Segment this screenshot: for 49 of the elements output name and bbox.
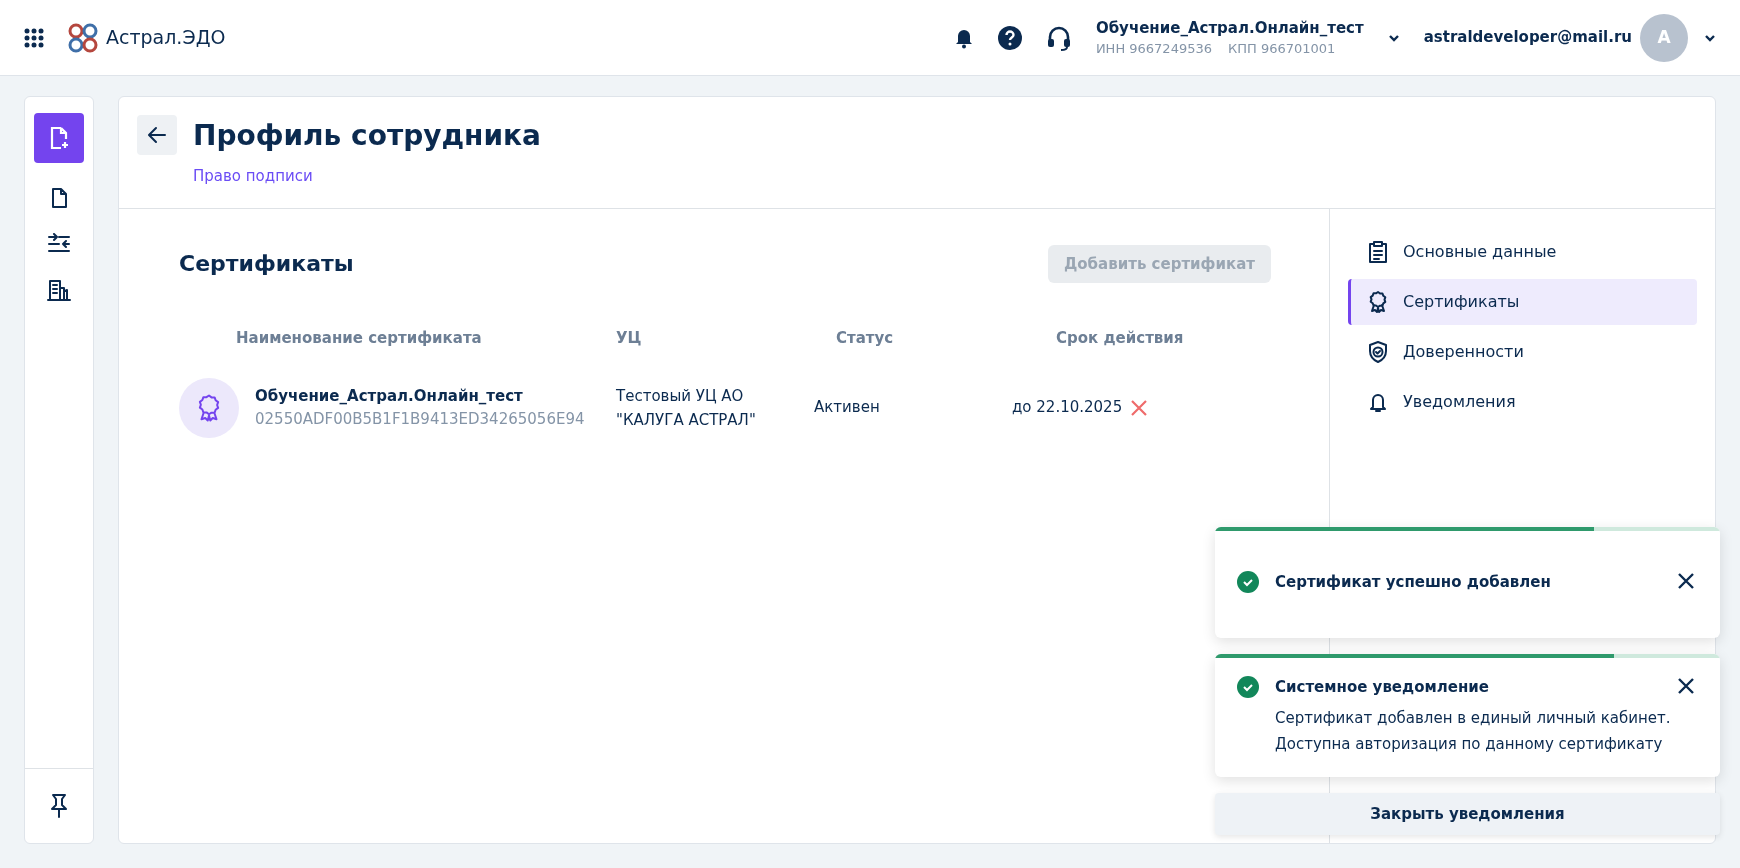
pin-icon[interactable] (49, 793, 69, 819)
inn-text: ИНН 9667249536 (1095, 40, 1212, 58)
logo-icon (68, 22, 98, 53)
app-title: Астрал.ЭДО (106, 25, 226, 51)
column-header: Наименование сертификата (236, 329, 482, 347)
ca-name: Тестовый УЦ АО (616, 385, 745, 407)
expiry-date: до 22.10.2025 (1012, 397, 1123, 419)
headset-icon[interactable] (1045, 24, 1072, 51)
certificate-serial: 02550ADF00B5B1F1B9413ED34265056E94 (255, 408, 585, 430)
close-button[interactable] (1676, 675, 1696, 696)
success-icon (1237, 675, 1259, 698)
revoke-icon[interactable] (1130, 398, 1149, 417)
help-icon[interactable] (997, 25, 1022, 50)
profile-nav-item[interactable]: Основные данные (1348, 228, 1697, 275)
new-document-button[interactable] (34, 113, 84, 163)
success-icon (1237, 571, 1259, 593)
ca-name: "КАЛУГА АСТРАЛ" (616, 409, 757, 431)
chevron-down-icon[interactable] (1387, 33, 1400, 42)
column-header: Срок действия (1056, 329, 1184, 347)
profile-nav-item[interactable]: Уведомления (1348, 378, 1697, 425)
shield-icon (1367, 339, 1389, 364)
close-notifications-button[interactable]: Закрыть уведомления (1215, 793, 1720, 835)
award-icon (1367, 289, 1389, 314)
toast-title: Сертификат успешно добавлен (1275, 572, 1552, 593)
column-header: Статус (836, 329, 894, 347)
organization-name[interactable]: Обучение_Астрал.Онлайн_тест (1095, 16, 1364, 39)
kpp-text: КПП 966701001 (1228, 40, 1336, 58)
user-email[interactable]: astraldeveloper@mail.ru (1423, 26, 1632, 49)
status-text: Активен (814, 398, 880, 417)
signing-right-link[interactable]: Право подписи (193, 165, 541, 188)
file-plus-icon (48, 126, 70, 150)
page-title: Профиль сотрудника (193, 118, 541, 154)
column-header: УЦ (616, 329, 642, 347)
document-icon[interactable] (49, 187, 69, 209)
profile-nav-item[interactable]: Сертификаты (1348, 278, 1697, 325)
transfer-icon[interactable] (47, 233, 71, 255)
certificate-name: Обучение_Астрал.Онлайн_тест (255, 386, 524, 407)
apps-menu-icon[interactable] (24, 27, 44, 48)
arrow-left-icon (147, 126, 167, 144)
toast-title: Системное уведомление (1275, 676, 1490, 698)
toast-message: Сертификат добавлен в единый личный кабинет. (1275, 708, 1672, 729)
toast-message: Доступна авторизация по данному сертификату (1275, 733, 1664, 755)
building-icon[interactable] (47, 279, 71, 301)
chevron-down-icon[interactable] (1704, 33, 1716, 42)
clipboard-icon (1367, 239, 1389, 264)
close-button[interactable] (1676, 571, 1696, 591)
profile-nav-item[interactable]: Доверенности (1348, 328, 1697, 375)
section-title: Сертификаты (179, 250, 354, 279)
back-button[interactable] (137, 115, 177, 155)
